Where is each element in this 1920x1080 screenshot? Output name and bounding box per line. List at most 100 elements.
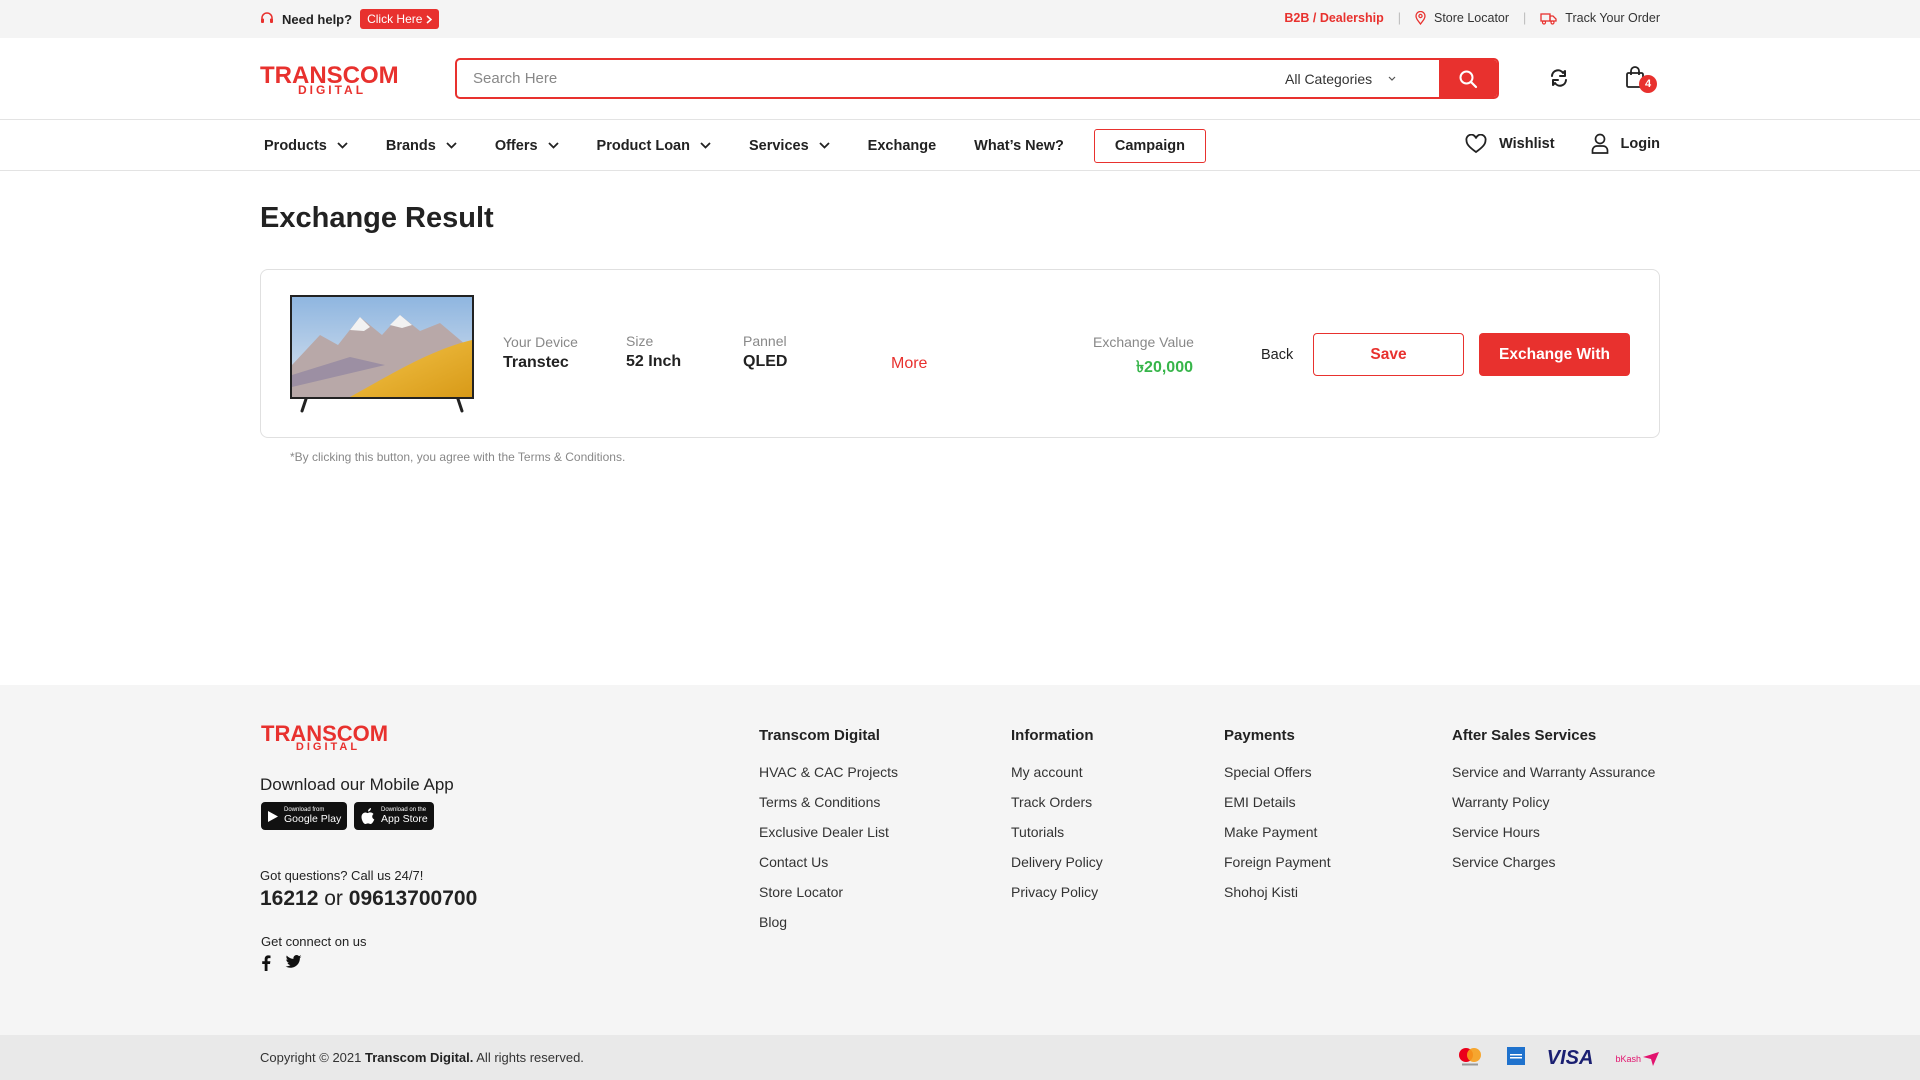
exchange-value: Exchange Value ৳20,000 <box>1093 334 1194 381</box>
nav-item-brands[interactable]: Brands <box>386 138 457 154</box>
search-icon <box>1459 70 1478 88</box>
terms-note: *By clicking this button, you agree with… <box>290 450 626 464</box>
chevron-down-icon <box>547 142 559 149</box>
footer-link[interactable]: HVAC & CAC Projects <box>759 764 898 781</box>
cart-button[interactable]: 4 <box>1625 66 1657 93</box>
panel-label: Pannel <box>743 333 787 349</box>
mastercard-icon <box>1455 1045 1485 1072</box>
footer-link[interactable]: Exclusive Dealer List <box>759 824 898 841</box>
footer-col-title: After Sales Services <box>1452 727 1597 744</box>
top-bar: Need help? Click Here B2B / Dealership |… <box>0 0 1920 38</box>
store-locator-link[interactable]: Store Locator <box>1415 11 1509 25</box>
more-link[interactable]: More <box>891 355 927 373</box>
twitter-icon[interactable] <box>285 955 302 976</box>
panel-value: QLED <box>743 353 788 370</box>
click-here-label: Click Here <box>367 12 423 26</box>
footer-link[interactable]: Store Locator <box>759 884 898 901</box>
social-links <box>261 955 302 976</box>
category-select[interactable]: All Categories <box>1285 60 1439 97</box>
panel-spec: Pannel QLED <box>743 333 787 371</box>
hotline-or: or <box>324 887 343 910</box>
search-button[interactable] <box>1439 60 1497 97</box>
footer-logo[interactable]: TRANSCOM DIGITAL <box>261 723 395 753</box>
search-input[interactable] <box>457 60 1285 97</box>
product-image <box>290 295 474 413</box>
hotline-numbers: 16212 or 09613700700 <box>260 887 477 911</box>
footer-link[interactable]: My account <box>1011 764 1103 781</box>
nav-item-services[interactable]: Services <box>749 138 830 154</box>
chevron-down-icon <box>1388 76 1396 81</box>
footer-col-information: Information My account Track Orders Tuto… <box>1011 727 1103 914</box>
footer-link[interactable]: Contact Us <box>759 854 898 871</box>
footer-link[interactable]: Privacy Policy <box>1011 884 1103 901</box>
hotline-2[interactable]: 09613700700 <box>349 887 477 910</box>
size-value: 52 Inch <box>626 353 682 370</box>
footer-col-title: Information <box>1011 727 1094 744</box>
exchange-with-button[interactable]: Exchange With <box>1479 333 1630 376</box>
logo[interactable]: TRANSCOM DIGITAL <box>260 64 404 97</box>
save-button[interactable]: Save <box>1313 333 1464 376</box>
compare-button[interactable] <box>1548 68 1570 93</box>
nav-item-offers[interactable]: Offers <box>495 138 559 154</box>
footer-link[interactable]: Service Charges <box>1452 854 1655 871</box>
footer-link[interactable]: Blog <box>759 914 898 931</box>
footer-link[interactable]: Foreign Payment <box>1224 854 1331 871</box>
b2b-link[interactable]: B2B / Dealership <box>1284 11 1383 25</box>
footer-link[interactable]: Service Hours <box>1452 824 1655 841</box>
page-title: Exchange Result <box>260 202 494 234</box>
footer-link[interactable]: Tutorials <box>1011 824 1103 841</box>
help-area: Need help? Click Here <box>260 9 440 29</box>
footer-link[interactable]: EMI Details <box>1224 794 1331 811</box>
login-link[interactable]: Login <box>1591 133 1660 154</box>
footer-link[interactable]: Service and Warranty Assurance <box>1452 764 1655 781</box>
apple-icon <box>361 808 375 824</box>
track-order-link[interactable]: Track Your Order <box>1540 11 1660 25</box>
wishlist-link[interactable]: Wishlist <box>1465 133 1555 154</box>
search-bar: All Categories <box>455 58 1499 99</box>
connect-label: Get connect on us <box>261 934 367 949</box>
nav-item-whats-new[interactable]: What’s New? <box>974 138 1064 154</box>
exchange-value-amount: ৳20,000 <box>1136 359 1193 376</box>
headset-icon <box>260 11 274 28</box>
click-here-button[interactable]: Click Here <box>360 9 440 29</box>
footer-link[interactable]: Delivery Policy <box>1011 854 1103 871</box>
login-label: Login <box>1620 135 1660 152</box>
footer-link[interactable]: Make Payment <box>1224 824 1331 841</box>
google-play-icon <box>268 810 278 822</box>
nav-item-exchange[interactable]: Exchange <box>868 138 937 154</box>
footer-link[interactable]: Shohoj Kisti <box>1224 884 1331 901</box>
compare-icon <box>1551 69 1567 87</box>
payment-methods: VISA bKash <box>1455 1045 1660 1072</box>
device-spec: Your Device Transtec <box>503 334 578 372</box>
device-label: Your Device <box>503 334 578 350</box>
google-play-badge[interactable]: Download from Google Play <box>261 802 348 830</box>
location-pin-icon <box>1415 11 1426 25</box>
chevron-down-icon <box>446 142 457 149</box>
hotline-1[interactable]: 16212 <box>260 887 318 910</box>
copyright-bar: Copyright © 2021 Transcom Digital. All r… <box>0 1035 1920 1080</box>
chevron-right-icon <box>426 14 433 24</box>
mobile-app-title: Download our Mobile App <box>260 775 454 794</box>
truck-icon <box>1540 12 1557 25</box>
store-locator-label: Store Locator <box>1433 11 1510 25</box>
chevron-down-icon <box>337 142 348 149</box>
heart-icon <box>1465 133 1487 153</box>
campaign-button[interactable]: Campaign <box>1093 128 1206 163</box>
category-label: All Categories <box>1285 70 1373 87</box>
size-label: Size <box>626 333 654 349</box>
wishlist-label: Wishlist <box>1499 135 1555 152</box>
nav-item-product-loan[interactable]: Product Loan <box>597 138 711 154</box>
nav-user-links: Wishlist Login <box>1465 133 1660 154</box>
bkash-icon: bKash <box>1615 1051 1660 1067</box>
main-nav: Products Brands Offers Product Loan Serv… <box>0 120 1920 171</box>
back-button[interactable]: Back <box>1261 347 1293 363</box>
app-store-badge[interactable]: Download on the App Store <box>354 802 434 830</box>
questions-text: Got questions? Call us 24/7! <box>260 868 424 883</box>
footer-col-title: Transcom Digital <box>759 727 880 744</box>
footer-link[interactable]: Warranty Policy <box>1452 794 1655 811</box>
footer-link[interactable]: Terms & Conditions <box>759 794 898 811</box>
nav-item-products[interactable]: Products <box>264 138 348 154</box>
footer-link[interactable]: Track Orders <box>1011 794 1103 811</box>
footer-link[interactable]: Special Offers <box>1224 764 1331 781</box>
facebook-icon[interactable] <box>261 955 271 976</box>
